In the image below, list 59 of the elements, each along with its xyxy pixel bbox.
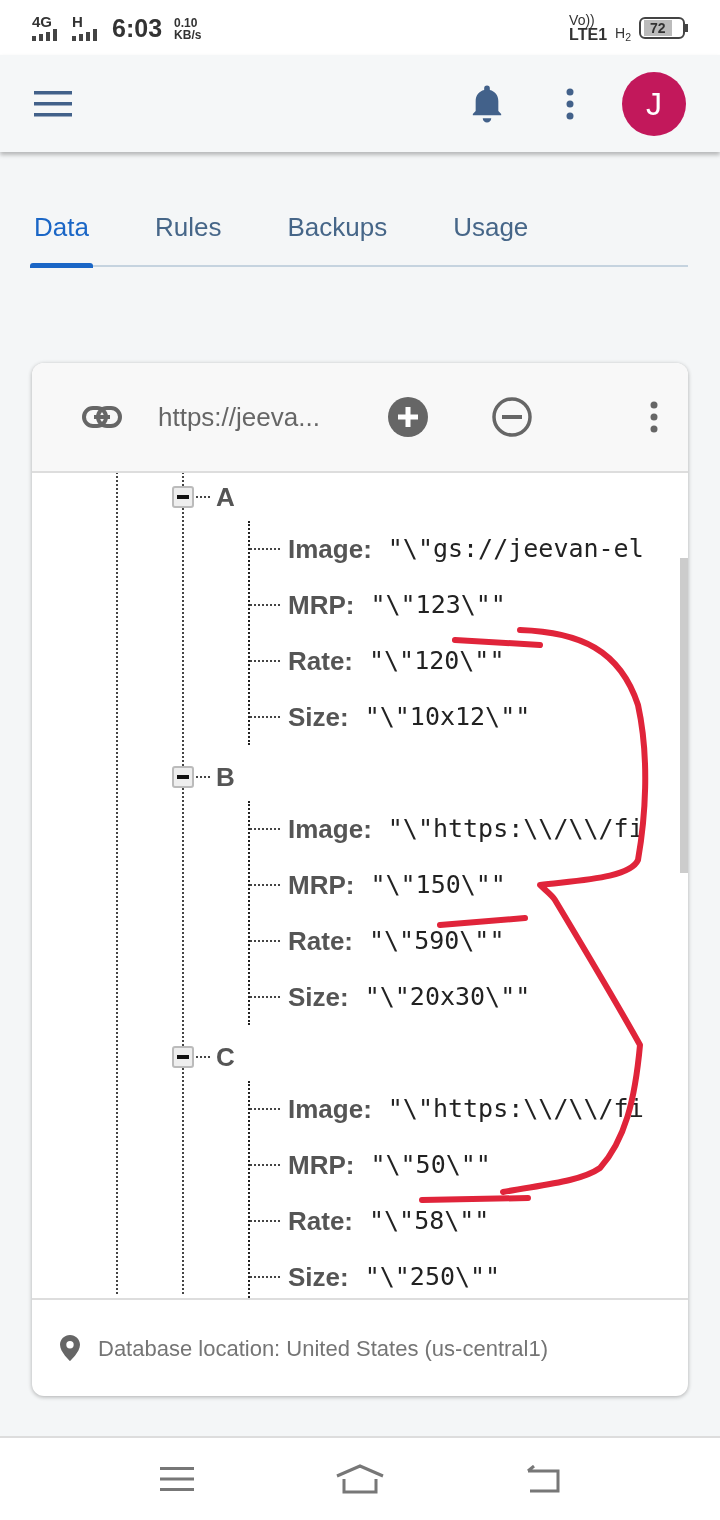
url-text[interactable]: https://jeeva...: [158, 397, 358, 437]
database-location-text: Database location: United States (us-central1): [98, 1334, 548, 1363]
field-key[interactable]: MRP:: [288, 865, 355, 905]
field-value[interactable]: "\"gs://jeevan-el: [387, 530, 644, 568]
field-key[interactable]: Image:: [288, 809, 372, 849]
field-key[interactable]: Image:: [288, 1089, 372, 1129]
speed-unit: KB/s: [174, 29, 202, 41]
menu-icon[interactable]: [34, 90, 72, 117]
field-key[interactable]: Size:: [288, 697, 349, 737]
tab[interactable]: Rules: [150, 208, 226, 265]
notification-icon[interactable]: [470, 83, 504, 124]
field-value[interactable]: "\"20x30\"": [364, 978, 531, 1016]
tab[interactable]: Backups: [283, 208, 392, 265]
add-icon[interactable]: [388, 397, 428, 437]
field-value[interactable]: "\"https:\\/\\/fi: [387, 810, 644, 848]
battery-level: 72: [644, 19, 672, 36]
tab[interactable]: Data: [30, 208, 93, 265]
location-pin-icon: [60, 1335, 80, 1361]
field-key[interactable]: Size:: [288, 1257, 349, 1297]
field-value[interactable]: "\"120\"": [369, 642, 505, 680]
clock-time: 6:03: [112, 16, 163, 41]
lte-label: LTE1: [569, 26, 608, 43]
tab[interactable]: Usage: [449, 208, 533, 265]
field-key[interactable]: MRP:: [288, 1145, 355, 1185]
avatar[interactable]: J: [622, 71, 686, 136]
field-value[interactable]: "\"590\"": [369, 922, 505, 960]
signal-icon: [32, 29, 60, 41]
signal-icon: [72, 29, 100, 41]
field-key[interactable]: Image:: [288, 529, 372, 569]
back-icon[interactable]: [525, 1465, 560, 1493]
network-label: 4G: [32, 14, 53, 29]
collapse-icon[interactable]: [172, 766, 194, 788]
field-value[interactable]: "\"150\"": [370, 866, 506, 904]
node-key[interactable]: B: [216, 757, 235, 797]
volte-label: Vo)): [569, 12, 596, 27]
field-key[interactable]: Rate:: [288, 1201, 353, 1241]
remove-icon[interactable]: [492, 397, 532, 437]
field-value[interactable]: "\"50\"": [370, 1146, 491, 1184]
scrollbar[interactable]: [680, 558, 688, 873]
field-value[interactable]: "\"123\"": [370, 586, 506, 624]
more-icon[interactable]: [650, 401, 658, 433]
collapse-icon[interactable]: [172, 1046, 194, 1068]
speed-value: 0.10: [174, 17, 199, 29]
collapse-icon[interactable]: [172, 486, 194, 508]
field-key[interactable]: MRP:: [288, 585, 355, 625]
field-key[interactable]: Rate:: [288, 641, 353, 681]
home-icon[interactable]: [335, 1464, 385, 1494]
link-icon[interactable]: [82, 406, 122, 428]
node-key[interactable]: A: [216, 477, 235, 517]
more-icon[interactable]: [566, 87, 574, 120]
network-label: H$_{2}$: [615, 24, 631, 44]
field-value[interactable]: "\"10x12\"": [364, 698, 531, 736]
menu-icon[interactable]: [160, 1466, 195, 1492]
field-key[interactable]: Size:: [288, 977, 349, 1017]
field-value[interactable]: "\"250\"": [364, 1258, 501, 1296]
node-key[interactable]: C: [216, 1037, 235, 1077]
field-key[interactable]: Rate:: [288, 921, 353, 961]
network-label: H: [72, 14, 84, 29]
field-value[interactable]: "\"58\"": [369, 1202, 490, 1240]
